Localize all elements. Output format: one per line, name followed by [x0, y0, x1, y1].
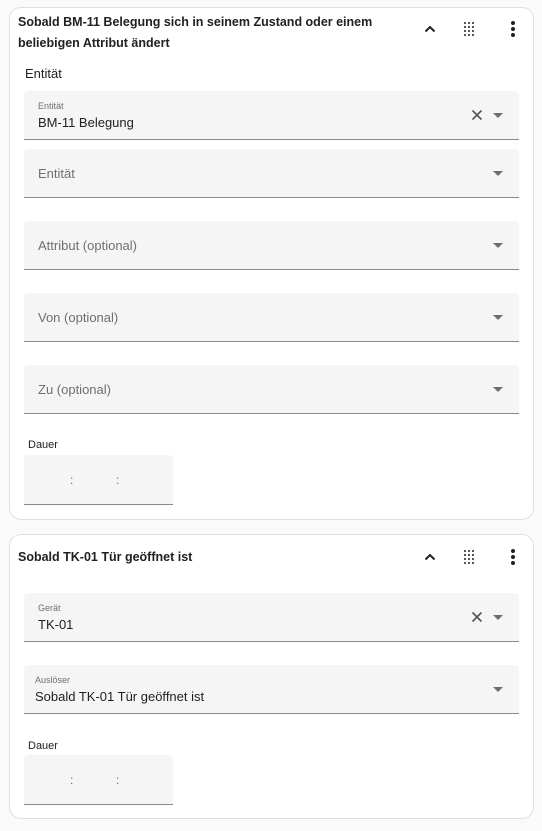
field-value: Sobald TK-01 Tür geöffnet ist: [35, 689, 205, 704]
trigger-select[interactable]: Auslöser Sobald TK-01 Tür geöffnet ist: [24, 665, 519, 714]
seconds-input[interactable]: [126, 473, 162, 489]
from-select[interactable]: Von (optional): [24, 293, 519, 342]
entity-select[interactable]: Entität BM-11 Belegung: [24, 91, 519, 140]
drag-handle-icon[interactable]: [457, 545, 481, 569]
arrow-drop-down-icon[interactable]: [493, 171, 503, 176]
duration-separator: :: [70, 773, 74, 787]
duration-label: Dauer: [28, 740, 58, 752]
trigger-card-1: Sobald BM-11 Belegung sich in seinem Zus…: [9, 7, 534, 520]
chevron-up-icon[interactable]: [418, 545, 442, 569]
field-label: Auslöser: [35, 675, 71, 685]
trigger-title: Sobald BM-11 Belegung sich in seinem Zus…: [18, 15, 373, 50]
trigger-card-2: Sobald TK-01 Tür geöffnet ist Gerät TK-0…: [9, 534, 534, 819]
field-label: Gerät: [38, 603, 61, 613]
hours-input[interactable]: [34, 773, 70, 789]
entity-select-2[interactable]: Entität: [24, 149, 519, 198]
to-select[interactable]: Zu (optional): [24, 365, 519, 414]
more-vertical-icon[interactable]: [501, 545, 525, 569]
field-label: Entität: [38, 101, 64, 111]
device-select[interactable]: Gerät TK-01: [24, 593, 519, 642]
minutes-input[interactable]: [80, 473, 116, 489]
attribute-select[interactable]: Attribut (optional): [24, 221, 519, 270]
duration-input: : :: [24, 755, 173, 805]
field-placeholder: Attribut (optional): [38, 238, 137, 253]
duration-input: : :: [24, 455, 173, 505]
arrow-drop-down-icon[interactable]: [493, 687, 503, 692]
trigger-title: Sobald TK-01 Tür geöffnet ist: [18, 550, 193, 564]
duration-label: Dauer: [28, 439, 58, 451]
drag-handle-icon[interactable]: [457, 17, 481, 41]
arrow-drop-down-icon[interactable]: [493, 615, 503, 620]
seconds-input[interactable]: [126, 773, 162, 789]
duration-separator: :: [70, 473, 74, 487]
arrow-drop-down-icon[interactable]: [493, 243, 503, 248]
field-placeholder: Von (optional): [38, 310, 119, 325]
field-placeholder: Zu (optional): [38, 382, 111, 397]
arrow-drop-down-icon[interactable]: [493, 315, 503, 320]
section-label-entity: Entität: [25, 66, 62, 81]
chevron-up-icon[interactable]: [418, 17, 442, 41]
duration-separator: :: [116, 473, 120, 487]
close-icon[interactable]: [469, 107, 485, 123]
field-placeholder: Entität: [38, 166, 75, 181]
duration-separator: :: [116, 773, 120, 787]
field-value: BM-11 Belegung: [38, 115, 134, 130]
arrow-drop-down-icon[interactable]: [493, 113, 503, 118]
close-icon[interactable]: [469, 609, 485, 625]
minutes-input[interactable]: [80, 773, 116, 789]
hours-input[interactable]: [34, 473, 70, 489]
arrow-drop-down-icon[interactable]: [493, 387, 503, 392]
field-value: TK-01: [38, 617, 74, 632]
more-vertical-icon[interactable]: [501, 17, 525, 41]
